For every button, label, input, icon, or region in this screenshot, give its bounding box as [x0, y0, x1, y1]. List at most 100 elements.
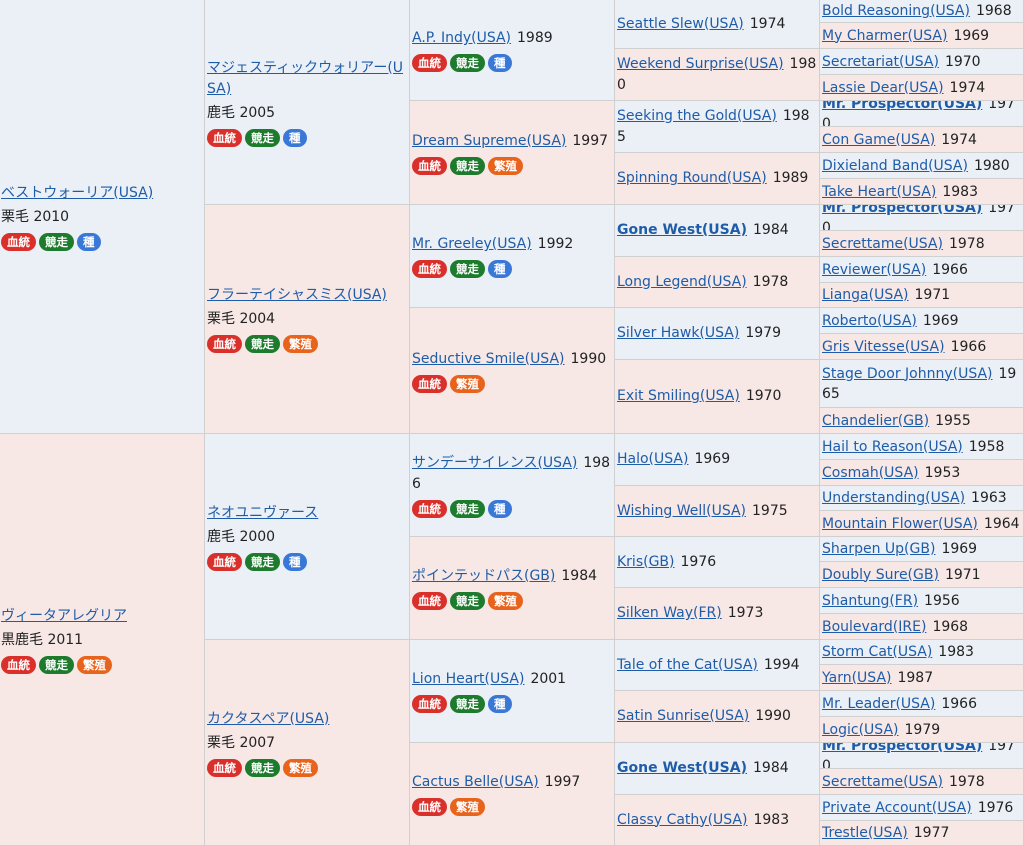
- badge-ketto[interactable]: 血統: [412, 798, 447, 816]
- horse-name-link[interactable]: Gris Vitesse(USA): [822, 339, 945, 355]
- horse-name-link[interactable]: Secretariat(USA): [822, 54, 939, 70]
- badge-tane[interactable]: 種: [488, 499, 512, 518]
- horse-name-link[interactable]: Trestle(USA): [822, 825, 908, 841]
- horse-name-link[interactable]: Spinning Round(USA): [617, 170, 767, 186]
- horse-name-link[interactable]: ヴィータアレグリア: [1, 608, 127, 624]
- horse-name-link[interactable]: My Charmer(USA): [822, 28, 947, 44]
- badge-kyoso[interactable]: 競走: [450, 695, 485, 713]
- badge-hanshoku[interactable]: 繁殖: [488, 592, 523, 610]
- horse-name-link[interactable]: Seeking the Gold(USA): [617, 108, 777, 124]
- horse-name-link[interactable]: Hail to Reason(USA): [822, 439, 963, 455]
- horse-name-link[interactable]: Chandelier(GB): [822, 413, 929, 429]
- badge-hanshoku[interactable]: 繁殖: [283, 758, 318, 777]
- horse-name-link[interactable]: Sharpen Up(GB): [822, 541, 935, 557]
- horse-name-link[interactable]: Cosmah(USA): [822, 465, 919, 481]
- horse-name-link[interactable]: Exit Smiling(USA): [617, 388, 740, 404]
- badge-hanshoku[interactable]: 繁殖: [283, 335, 318, 353]
- badge-kyoso[interactable]: 競走: [450, 54, 485, 72]
- badge-kyoso[interactable]: 競走: [39, 232, 74, 251]
- horse-name-link[interactable]: Dream Supreme(USA): [412, 133, 566, 149]
- horse-name-link[interactable]: Halo(USA): [617, 451, 688, 467]
- horse-name-link[interactable]: Storm Cat(USA): [822, 644, 932, 660]
- badge-ketto[interactable]: 血統: [412, 156, 447, 175]
- horse-name-link[interactable]: サンデーサイレンス(USA): [412, 455, 577, 471]
- badge-ketto[interactable]: 血統: [1, 655, 36, 674]
- horse-name-link[interactable]: Yarn(USA): [822, 670, 891, 686]
- horse-name-link[interactable]: ポインテッドパス(GB): [412, 568, 555, 584]
- horse-name-link[interactable]: Reviewer(USA): [822, 262, 926, 278]
- badge-tane[interactable]: 種: [283, 552, 307, 571]
- badge-ketto[interactable]: 血統: [207, 335, 242, 353]
- horse-name-link[interactable]: Lianga(USA): [822, 287, 909, 303]
- horse-name-link[interactable]: Secrettame(USA): [822, 236, 943, 252]
- horse-name-link[interactable]: Stage Door Johnny(USA): [822, 366, 993, 382]
- horse-name-link[interactable]: Mr. Prospector(USA): [822, 205, 982, 216]
- badge-ketto[interactable]: 血統: [412, 499, 447, 518]
- badge-kyoso[interactable]: 競走: [450, 260, 485, 278]
- horse-name-link[interactable]: マジェスティックウォリアー(USA): [207, 60, 403, 97]
- horse-name-link[interactable]: ベストウォーリア(USA): [1, 185, 153, 201]
- horse-name-link[interactable]: Gone West(USA): [617, 222, 747, 238]
- badge-tane[interactable]: 種: [77, 232, 101, 251]
- badge-kyoso[interactable]: 競走: [450, 156, 485, 175]
- badge-hanshoku[interactable]: 繁殖: [450, 374, 485, 393]
- badge-hanshoku[interactable]: 繁殖: [450, 798, 485, 816]
- badge-kyoso[interactable]: 競走: [39, 655, 74, 674]
- badge-ketto[interactable]: 血統: [412, 54, 447, 72]
- horse-name-link[interactable]: Secrettame(USA): [822, 774, 943, 790]
- badge-ketto[interactable]: 血統: [1, 232, 36, 251]
- badge-kyoso[interactable]: 競走: [245, 335, 280, 353]
- horse-name-link[interactable]: カクタスペア(USA): [207, 711, 329, 727]
- horse-name-link[interactable]: Cactus Belle(USA): [412, 774, 539, 790]
- horse-name-link[interactable]: Con Game(USA): [822, 132, 935, 148]
- horse-name-link[interactable]: Long Legend(USA): [617, 274, 747, 290]
- horse-name-link[interactable]: Take Heart(USA): [822, 184, 936, 200]
- horse-name-link[interactable]: A.P. Indy(USA): [412, 30, 511, 46]
- horse-name-link[interactable]: Seductive Smile(USA): [412, 351, 565, 367]
- horse-name-link[interactable]: Logic(USA): [822, 722, 899, 738]
- horse-name-link[interactable]: フラーテイシャスミス(USA): [207, 287, 387, 303]
- horse-name-link[interactable]: Silver Hawk(USA): [617, 325, 739, 341]
- horse-name-link[interactable]: Satin Sunrise(USA): [617, 708, 749, 724]
- badge-tane[interactable]: 種: [488, 54, 512, 72]
- horse-name-link[interactable]: Roberto(USA): [822, 313, 917, 329]
- horse-name-link[interactable]: Lassie Dear(USA): [822, 80, 944, 96]
- horse-name-link[interactable]: Shantung(FR): [822, 593, 918, 609]
- badge-ketto[interactable]: 血統: [412, 695, 447, 713]
- horse-name-link[interactable]: Classy Cathy(USA): [617, 812, 747, 828]
- horse-name-link[interactable]: Wishing Well(USA): [617, 503, 746, 519]
- horse-name-link[interactable]: Doubly Sure(GB): [822, 567, 939, 583]
- badge-ketto[interactable]: 血統: [207, 758, 242, 777]
- horse-name-link[interactable]: Mr. Leader(USA): [822, 696, 935, 712]
- horse-name-link[interactable]: ネオユニヴァース: [207, 505, 318, 521]
- horse-name-link[interactable]: Mr. Prospector(USA): [822, 743, 982, 754]
- badge-kyoso[interactable]: 競走: [450, 592, 485, 610]
- badge-ketto[interactable]: 血統: [412, 260, 447, 278]
- badge-tane[interactable]: 種: [488, 260, 512, 278]
- badge-kyoso[interactable]: 競走: [245, 758, 280, 777]
- horse-name-link[interactable]: Mr. Greeley(USA): [412, 236, 532, 252]
- horse-name-link[interactable]: Kris(GB): [617, 554, 675, 570]
- horse-name-link[interactable]: Mr. Prospector(USA): [822, 101, 982, 112]
- horse-name-link[interactable]: Gone West(USA): [617, 760, 747, 776]
- badge-ketto[interactable]: 血統: [207, 128, 242, 147]
- horse-name-link[interactable]: Seattle Slew(USA): [617, 16, 744, 32]
- horse-name-link[interactable]: Tale of the Cat(USA): [617, 657, 758, 673]
- horse-name-link[interactable]: Private Account(USA): [822, 800, 972, 816]
- horse-name-link[interactable]: Weekend Surprise(USA): [617, 56, 784, 72]
- horse-name-link[interactable]: Understanding(USA): [822, 490, 965, 506]
- horse-name-link[interactable]: Lion Heart(USA): [412, 671, 524, 687]
- badge-ketto[interactable]: 血統: [412, 592, 447, 610]
- badge-tane[interactable]: 種: [283, 128, 307, 147]
- horse-name-link[interactable]: Bold Reasoning(USA): [822, 3, 970, 19]
- horse-name-link[interactable]: Silken Way(FR): [617, 605, 722, 621]
- badge-ketto[interactable]: 血統: [412, 374, 447, 393]
- badge-kyoso[interactable]: 競走: [450, 499, 485, 518]
- badge-ketto[interactable]: 血統: [207, 552, 242, 571]
- horse-name-link[interactable]: Dixieland Band(USA): [822, 158, 968, 174]
- horse-name-link[interactable]: Boulevard(IRE): [822, 619, 926, 635]
- badge-tane[interactable]: 種: [488, 695, 512, 713]
- badge-hanshoku[interactable]: 繁殖: [77, 655, 112, 674]
- badge-kyoso[interactable]: 競走: [245, 128, 280, 147]
- badge-kyoso[interactable]: 競走: [245, 552, 280, 571]
